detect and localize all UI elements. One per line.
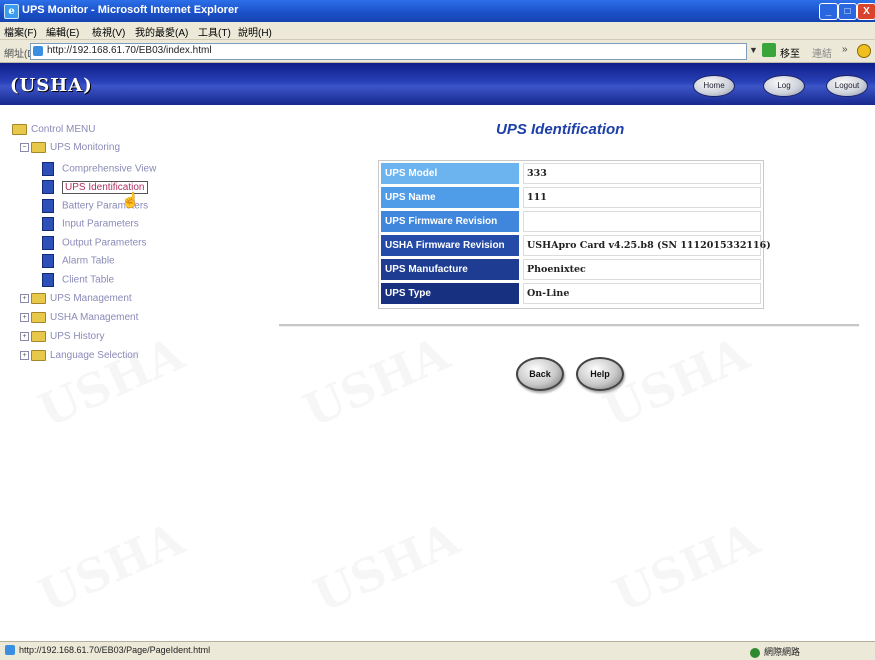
back-button[interactable]: Back <box>516 357 564 391</box>
row-value <box>523 211 761 232</box>
help-button[interactable]: Help <box>576 357 624 391</box>
minimize-button[interactable]: _ <box>819 3 838 20</box>
norton-icon[interactable] <box>857 44 871 58</box>
logout-button[interactable]: Logout <box>826 75 868 97</box>
row-label: UPS Type <box>381 283 519 304</box>
chevron-right-icon[interactable]: » <box>842 44 848 55</box>
usha-logo: (USHA) <box>10 75 93 96</box>
folder-open-icon <box>31 142 46 153</box>
links-label[interactable]: 連結 <box>812 45 832 60</box>
row-label: UPS Firmware Revision <box>381 211 519 232</box>
window-titlebar: e UPS Monitor - Microsoft Internet Explo… <box>0 0 875 22</box>
window-title: UPS Monitor - Microsoft Internet Explore… <box>22 4 239 16</box>
page-icon <box>5 645 15 655</box>
page-icon <box>42 236 54 250</box>
address-input[interactable]: http://192.168.61.70/EB03/index.html <box>30 43 747 60</box>
tree-group-ups-monitoring[interactable]: − UPS Monitoring <box>20 142 120 153</box>
page-icon <box>33 46 43 56</box>
tree-item-alarm-table[interactable]: Alarm Table <box>42 254 115 268</box>
ie-icon: e <box>4 4 19 19</box>
home-button[interactable]: Home <box>693 75 735 97</box>
row-value: Phoenixtec <box>523 259 761 280</box>
usha-watermark: USHA <box>306 511 467 622</box>
folder-icon <box>31 331 46 342</box>
row-value: On-Line <box>523 283 761 304</box>
status-bar: http://192.168.61.70/EB03/Page/PageIdent… <box>0 641 875 660</box>
table-row: UPS Firmware Revision <box>381 211 761 232</box>
tree-group-ups-history[interactable]: + UPS History <box>20 331 104 342</box>
security-zone: 網際網路 <box>750 645 800 658</box>
page-icon <box>42 162 54 176</box>
menu-bar: 檔案(F) 編輯(E) 檢視(V) 我的最愛(A) 工具(T) 說明(H) <box>0 22 875 40</box>
page-icon <box>42 273 54 287</box>
folder-icon <box>31 293 46 304</box>
menu-help[interactable]: 說明(H) <box>238 24 272 39</box>
usha-watermark: USHA <box>606 511 767 622</box>
tree-item-output-parameters[interactable]: Output Parameters <box>42 236 146 250</box>
usha-watermark: USHA <box>31 326 192 437</box>
tree-item-input-parameters[interactable]: Input Parameters <box>42 217 139 231</box>
folder-icon <box>12 124 27 135</box>
status-url: http://192.168.61.70/EB03/Page/PageIdent… <box>19 645 211 655</box>
expand-icon[interactable]: + <box>20 351 29 360</box>
row-label: UPS Name <box>381 187 519 208</box>
row-label: UPS Model <box>381 163 519 184</box>
table-row: UPS Name 111 <box>381 187 761 208</box>
tree-group-usha-management[interactable]: + USHA Management <box>20 312 138 323</box>
collapse-icon[interactable]: − <box>20 143 29 152</box>
row-value: 333 <box>523 163 761 184</box>
table-row: UPS Type On-Line <box>381 283 761 304</box>
close-button[interactable]: X <box>857 3 875 20</box>
row-label: USHA Firmware Revision <box>381 235 519 256</box>
page-icon <box>42 217 54 231</box>
tree-group-language-selection[interactable]: + Language Selection <box>20 350 138 361</box>
table-row: USHA Firmware Revision USHApro Card v4.2… <box>381 235 771 256</box>
expand-icon[interactable]: + <box>20 313 29 322</box>
go-button[interactable]: 移至 <box>780 45 800 60</box>
maximize-button[interactable]: □ <box>838 3 857 20</box>
tree-item-comprehensive-view[interactable]: Comprehensive View <box>42 162 156 176</box>
page-title: UPS Identification <box>496 121 625 138</box>
menu-edit[interactable]: 編輯(E) <box>46 24 79 39</box>
menu-file[interactable]: 檔案(F) <box>4 24 37 39</box>
page-icon <box>42 254 54 268</box>
table-row: UPS Manufacture Phoenixtec <box>381 259 761 280</box>
address-url[interactable]: http://192.168.61.70/EB03/index.html <box>47 45 212 56</box>
usha-watermark: USHA <box>296 326 457 437</box>
globe-icon <box>750 647 760 658</box>
menu-view[interactable]: 檢視(V) <box>92 24 125 39</box>
table-row: UPS Model 333 <box>381 163 761 184</box>
row-value: 111 <box>523 187 761 208</box>
ups-identification-table: UPS Model 333 UPS Name 111 UPS Firmware … <box>378 160 771 309</box>
log-button[interactable]: Log <box>763 75 805 97</box>
menu-tools[interactable]: 工具(T) <box>198 24 231 39</box>
tree-group-ups-management[interactable]: + UPS Management <box>20 293 132 304</box>
page-icon <box>42 180 54 194</box>
usha-watermark: USHA <box>31 511 192 622</box>
address-dropdown-icon[interactable]: ▼ <box>749 45 758 55</box>
tree-root[interactable]: Control MENU <box>12 124 95 135</box>
app-header: (USHA) Home Log Logout <box>0 63 875 105</box>
expand-icon[interactable]: + <box>20 332 29 341</box>
row-value: USHApro Card v4.25.b8 (SN 1112015332116) <box>523 235 771 256</box>
expand-icon[interactable]: + <box>20 294 29 303</box>
hand-cursor-icon: ☝ <box>121 192 140 209</box>
folder-icon <box>31 350 46 361</box>
menu-favorites[interactable]: 我的最愛(A) <box>135 24 188 39</box>
divider <box>279 324 859 327</box>
address-bar: 網址(D) http://192.168.61.70/EB03/index.ht… <box>0 40 875 63</box>
folder-icon <box>31 312 46 323</box>
go-arrow-icon[interactable] <box>762 43 776 57</box>
page-icon <box>42 199 54 213</box>
tree-item-client-table[interactable]: Client Table <box>42 273 114 287</box>
row-label: UPS Manufacture <box>381 259 519 280</box>
